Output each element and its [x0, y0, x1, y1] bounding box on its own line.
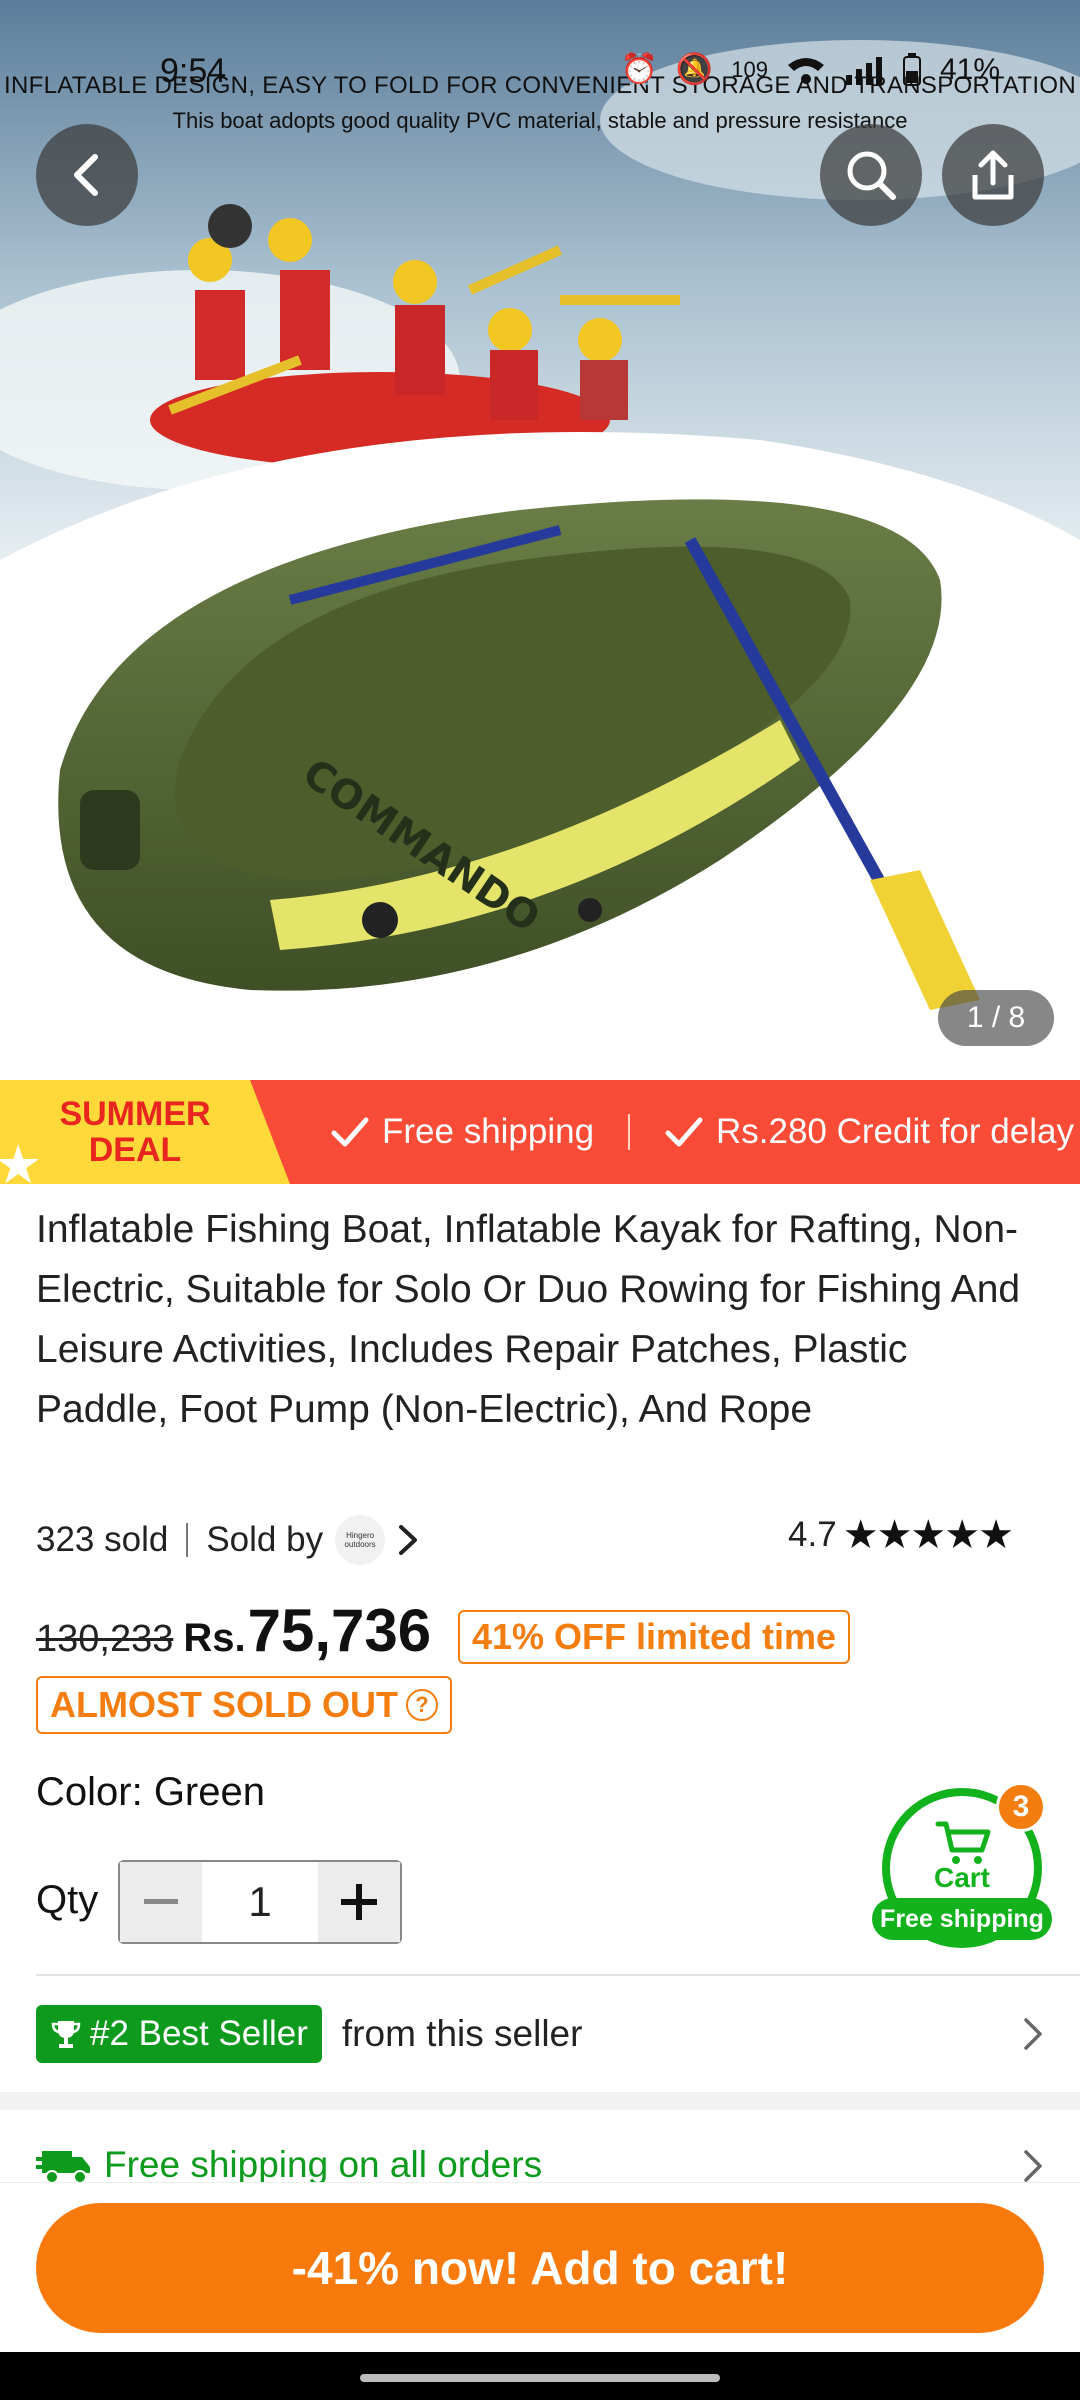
minus-icon	[144, 1899, 178, 1904]
almost-sold-out-badge[interactable]: ALMOST SOLD OUT ?	[36, 1676, 452, 1734]
chevron-right-icon	[1024, 2018, 1042, 2050]
battery-level: 41%	[939, 52, 1000, 86]
chevron-right-icon	[399, 1525, 418, 1555]
best-seller-row[interactable]: #2 Best Seller from this seller	[36, 2004, 1046, 2064]
search-button[interactable]	[820, 124, 922, 226]
section-separator	[0, 2092, 1080, 2110]
share-button[interactable]	[942, 124, 1044, 226]
product-title: Inflatable Fishing Boat, Inflatable Kaya…	[36, 1208, 1021, 1431]
chevron-right-icon	[1024, 2150, 1042, 2182]
rating[interactable]: 4.7 ★★★★★	[788, 1512, 1014, 1558]
help-icon: ?	[405, 1689, 438, 1721]
mute-icon: 🔕	[675, 53, 714, 86]
meta-divider	[186, 1523, 189, 1557]
share-icon	[972, 150, 1014, 200]
currency: Rs.	[183, 1616, 246, 1660]
plus-icon	[341, 1884, 377, 1920]
sale-price: 75,736	[247, 1597, 432, 1664]
promo-strip[interactable]: ★ SUMMER DEAL Free shipping Rs.280 Credi…	[0, 1080, 1080, 1184]
qty-value[interactable]: 1	[202, 1862, 318, 1942]
divider	[36, 1974, 1080, 1976]
add-to-cart-button[interactable]: -41% now! Add to cart!	[36, 2203, 1044, 2333]
color-selection: Color: Green	[36, 1770, 265, 1814]
wifi-icon	[787, 57, 824, 84]
promo-free-shipping: Free shipping	[330, 1080, 594, 1184]
home-indicator[interactable]	[360, 2374, 720, 2382]
trophy-icon	[51, 2021, 81, 2048]
stock-badge-label: ALMOST SOLD OUT	[50, 1684, 398, 1725]
cart-icon	[935, 1821, 991, 1864]
quantity-stepper: 1	[118, 1860, 402, 1944]
discount-badge: 41% OFF limited time	[458, 1610, 851, 1664]
deal-line1: SUMMER	[59, 1095, 211, 1133]
sold-by-link[interactable]: Sold by Hingero outdoors	[206, 1515, 421, 1565]
cart-free-shipping: Free shipping	[872, 1898, 1052, 1940]
cart-count-badge: 3	[996, 1782, 1046, 1832]
free-shipping-text: Free shipping on all orders	[104, 2144, 543, 2185]
sales-meta-row: 323 sold Sold by Hingero outdoors 4.7 ★★…	[36, 1512, 1046, 1568]
status-icons: ⏰ 🔕 109 41%	[621, 52, 1000, 87]
back-button[interactable]	[36, 124, 138, 226]
best-seller-text: from this seller	[341, 2013, 583, 2054]
battery-icon	[902, 52, 921, 86]
bottom-action-bar: -41% now! Add to cart!	[0, 2182, 1080, 2352]
alarm-icon: ⏰	[620, 53, 658, 86]
rating-value: 4.7	[788, 1515, 837, 1554]
best-seller-badge: #2 Best Seller	[36, 2005, 322, 2063]
price-row: 130,233 Rs. 75,736	[36, 1596, 431, 1676]
signal-icon	[845, 56, 882, 85]
status-bar: 9:54 ⏰ 🔕 109 41%	[0, 0, 1080, 140]
sold-count: 323 sold	[36, 1520, 169, 1559]
qty-label: Qty	[36, 1878, 99, 1922]
chevron-left-icon	[74, 154, 98, 196]
status-time: 9:54	[160, 52, 227, 90]
image-counter: 1 / 8	[938, 990, 1054, 1046]
promo-divider	[628, 1114, 630, 1150]
promo-item1-label: Free shipping	[382, 1112, 595, 1151]
check-icon	[665, 1117, 703, 1147]
cart-label: Cart	[933, 1862, 990, 1893]
increase-qty-button[interactable]	[318, 1862, 400, 1942]
promo-item2-label: Rs.280 Credit for delay	[716, 1112, 1074, 1151]
check-icon	[331, 1117, 369, 1147]
summer-deal-badge: ★ SUMMER DEAL	[0, 1080, 290, 1184]
net-speed: 109	[731, 56, 768, 82]
floating-cart-button[interactable]: Cart Free shipping 3	[872, 1782, 1056, 1950]
truck-icon	[36, 2151, 90, 2184]
star-rating-icon: ★★★★★	[842, 1513, 1014, 1557]
search-icon	[847, 151, 896, 200]
seller-logo: Hingero outdoors	[335, 1515, 386, 1565]
best-seller-label: #2 Best Seller	[90, 2014, 308, 2053]
sold-by-label: Sold by	[206, 1520, 324, 1559]
decrease-qty-button[interactable]	[120, 1862, 202, 1942]
original-price: 130,233	[36, 1618, 174, 1660]
deal-line2: DEAL	[88, 1131, 182, 1169]
product-image-carousel[interactable]: COMMANDO INFLATABLE DESIGN, EASY TO FOLD…	[0, 0, 1080, 1080]
promo-credit-delay: Rs.280 Credit for delay	[664, 1080, 1074, 1184]
system-nav-bar	[0, 2352, 1080, 2400]
